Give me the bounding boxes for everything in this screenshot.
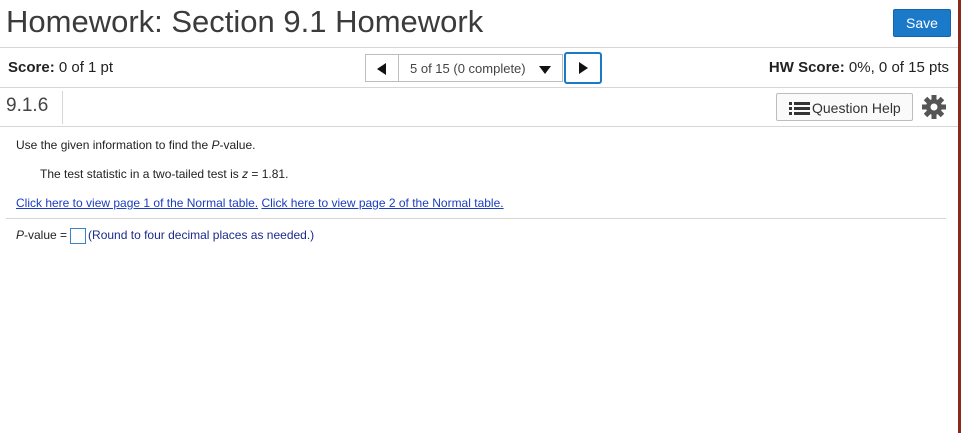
normal-table-page1-link[interactable]: Click here to view page 1 of the Normal … — [16, 196, 258, 210]
previous-question-button[interactable] — [365, 54, 399, 82]
rounding-hint: (Round to four decimal places as needed.… — [88, 228, 315, 243]
score-value: 0 of 1 pt — [58, 59, 114, 76]
question-help-button[interactable]: Question Help — [776, 93, 913, 121]
list-icon — [789, 102, 810, 115]
score-bar: Score: 0 of 1 pt 5 of 15 (0 complete) HW… — [0, 48, 958, 87]
question-statement: The test statistic in a two-tailed test … — [40, 167, 288, 181]
hw-score: HW Score: 0%, 0 of 15 pts — [769, 59, 949, 76]
page-title: Homework: Section 9.1 Homework — [6, 4, 484, 39]
save-button[interactable]: Save — [893, 9, 951, 37]
instruction-text: Use the given information to find the — [16, 138, 212, 152]
question-bar-divider — [0, 126, 958, 127]
statement-text-end: = 1.81. — [248, 167, 289, 181]
hw-score-value: 0%, 0 of 15 pts — [848, 59, 949, 76]
answer-label: -value = — [24, 228, 68, 243]
question-instruction: Use the given information to find the P-… — [16, 138, 256, 152]
normal-table-page2-link[interactable]: Click here to view page 2 of the Normal … — [261, 196, 503, 210]
table-links: Click here to view page 1 of the Normal … — [16, 196, 504, 210]
answer-divider — [6, 218, 946, 219]
question-position: 5 of 15 (0 complete) — [410, 61, 526, 76]
triangle-down-icon — [539, 66, 551, 74]
instruction-text-end: -value. — [219, 138, 256, 152]
hw-score-label: HW Score: — [768, 59, 845, 76]
question-selector[interactable]: 5 of 15 (0 complete) — [399, 54, 563, 82]
question-number-separator — [62, 91, 63, 124]
question-bar: 9.1.6 Question Help — [0, 88, 958, 126]
gear-icon[interactable] — [921, 94, 947, 120]
question-number: 9.1.6 — [6, 95, 49, 116]
triangle-right-icon — [579, 62, 588, 74]
score-label: Score: — [8, 59, 55, 76]
answer-row: P-value = (Round to four decimal places a… — [16, 228, 314, 244]
statement-text: The test statistic in a two-tailed test … — [40, 167, 243, 181]
next-question-button[interactable] — [564, 52, 602, 84]
question-help-label: Question Help — [812, 100, 901, 116]
header: Homework: Section 9.1 Homework Save — [0, 0, 958, 47]
score: Score: 0 of 1 pt — [8, 59, 113, 76]
p-value-input[interactable] — [70, 228, 87, 244]
triangle-left-icon — [377, 63, 386, 75]
answer-variable: P — [16, 228, 25, 243]
